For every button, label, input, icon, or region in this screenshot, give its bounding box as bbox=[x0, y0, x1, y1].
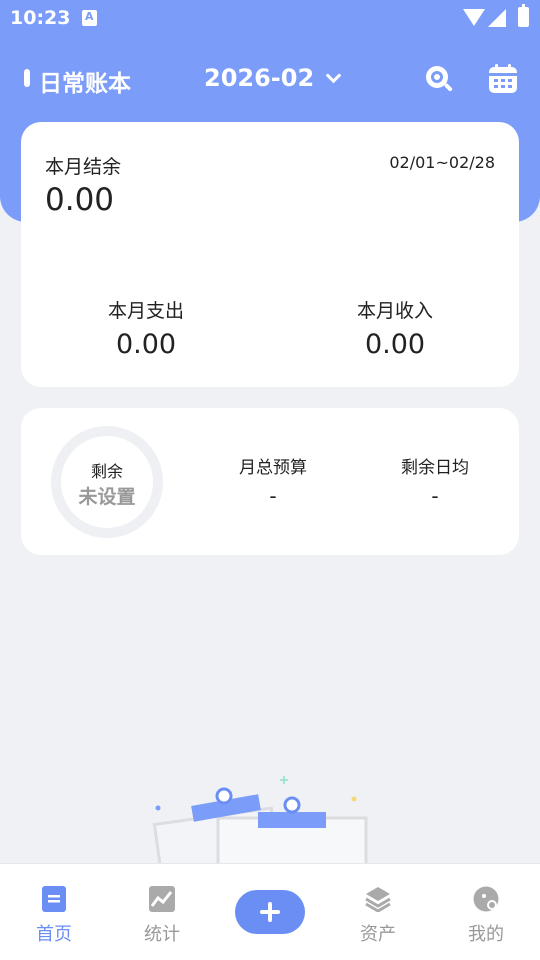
income-stat[interactable]: 本月收入 0.00 bbox=[295, 296, 495, 360]
title-bar: 日常账本 2026-02 bbox=[0, 56, 540, 102]
battery-icon bbox=[518, 4, 529, 27]
budget-ring: 剩余 未设置 bbox=[51, 426, 163, 538]
monthly-budget: 月总预算 - bbox=[203, 453, 343, 508]
nav-label-stats: 统计 bbox=[144, 924, 180, 945]
stats-icon bbox=[149, 886, 175, 912]
calendar-button[interactable] bbox=[486, 62, 520, 96]
empty-state-illustration bbox=[152, 776, 368, 864]
monthly-summary-card[interactable]: 本月结余 0.00 02/01~02/28 本月支出 0.00 本月收入 0.0… bbox=[21, 122, 519, 387]
notification-a-icon bbox=[82, 10, 97, 26]
nav-item-home[interactable]: 首页 bbox=[0, 864, 108, 960]
assets-icon bbox=[365, 887, 391, 912]
monthly-budget-label: 月总预算 bbox=[239, 458, 307, 478]
nav-item-stats[interactable]: 统计 bbox=[108, 864, 216, 960]
ring-value: 未设置 bbox=[78, 486, 136, 508]
expense-stat[interactable]: 本月支出 0.00 bbox=[46, 296, 246, 360]
calendar-icon bbox=[489, 64, 517, 93]
monthly-budget-value: - bbox=[269, 484, 277, 508]
add-record-button[interactable] bbox=[235, 890, 305, 934]
home-icon bbox=[42, 886, 66, 912]
nav-label-profile: 我的 bbox=[468, 924, 504, 945]
nav-label-home: 首页 bbox=[36, 924, 72, 945]
search-icon bbox=[426, 66, 453, 92]
daily-average-value: - bbox=[431, 484, 439, 508]
daily-average-label: 剩余日均 bbox=[401, 458, 469, 478]
income-value: 0.00 bbox=[364, 329, 426, 360]
daily-average: 剩余日均 - bbox=[365, 453, 505, 508]
profile-icon bbox=[473, 886, 499, 912]
date-range: 02/01~02/28 bbox=[389, 153, 495, 172]
wifi-icon bbox=[463, 9, 485, 26]
balance-value: 0.00 bbox=[45, 182, 115, 218]
budget-card[interactable]: 剩余 未设置 月总预算 - 剩余日均 - bbox=[21, 408, 519, 555]
search-button[interactable] bbox=[422, 62, 456, 96]
chevron-down-icon bbox=[325, 67, 342, 83]
expense-value: 0.00 bbox=[115, 329, 177, 360]
signal-icon bbox=[488, 9, 506, 27]
nav-item-assets[interactable]: 资产 bbox=[324, 864, 432, 960]
title-indicator bbox=[24, 69, 30, 87]
nav-item-profile[interactable]: 我的 bbox=[432, 864, 540, 960]
balance-label: 本月结余 bbox=[45, 156, 122, 178]
status-bar: 10:23 bbox=[0, 0, 540, 38]
book-title[interactable]: 日常账本 bbox=[39, 64, 131, 98]
expense-label: 本月支出 bbox=[107, 300, 184, 322]
bottom-nav: 首页 统计 资产 我的 bbox=[0, 863, 540, 960]
status-time: 10:23 bbox=[10, 7, 71, 29]
ring-label: 剩余 bbox=[90, 462, 123, 481]
month-selector[interactable]: 2026-02 bbox=[204, 64, 342, 92]
income-label: 本月收入 bbox=[356, 300, 433, 322]
nav-label-assets: 资产 bbox=[360, 924, 396, 945]
month-text: 2026-02 bbox=[204, 64, 315, 92]
